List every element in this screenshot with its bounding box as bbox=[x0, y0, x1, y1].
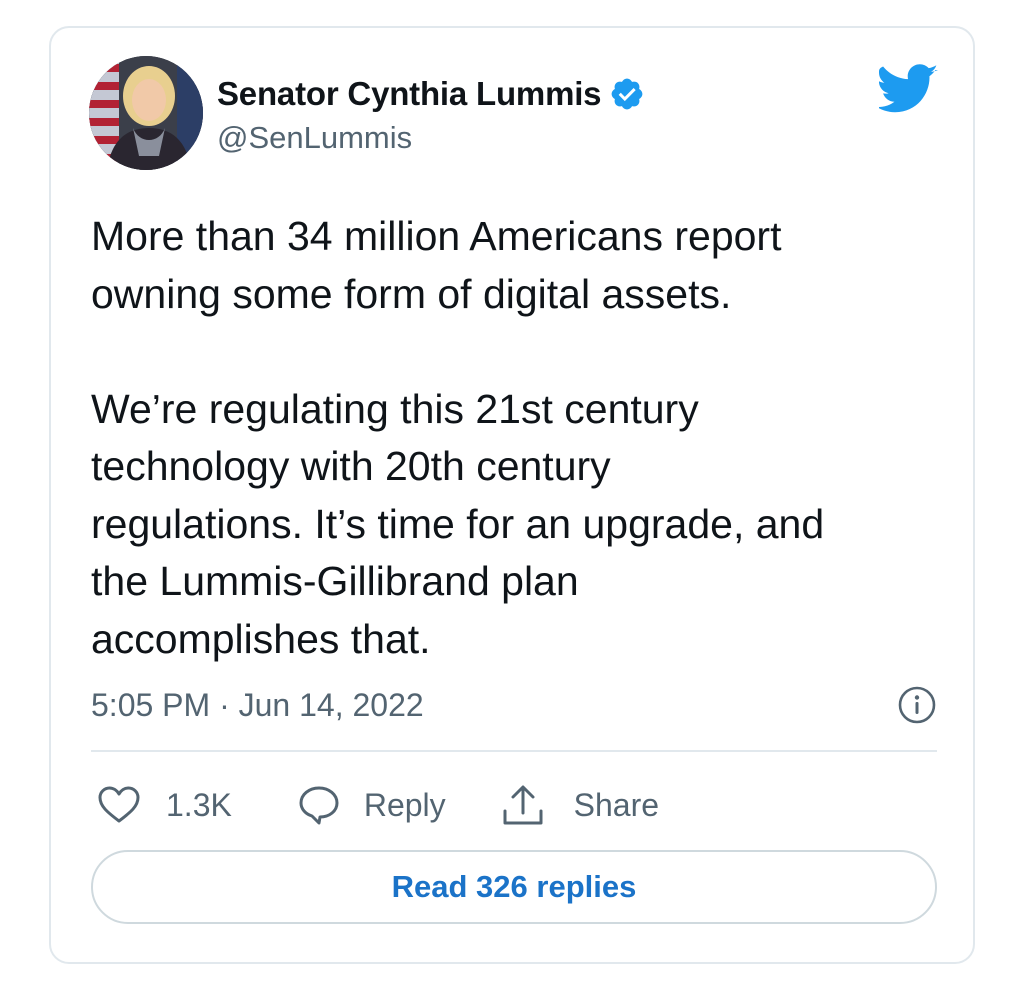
author-identity: Senator Cynthia Lummis @SenLummis bbox=[217, 74, 645, 156]
like-button[interactable]: 1.3K bbox=[97, 780, 232, 830]
share-label: Share bbox=[573, 786, 660, 823]
tweet-text-line: More than 34 million Americans report bbox=[91, 213, 782, 259]
tweet-card: Senator Cynthia Lummis @SenLummis More t… bbox=[49, 26, 975, 964]
heart-icon bbox=[98, 786, 140, 823]
tweet-text-line: owning some form of digital assets. bbox=[91, 270, 732, 317]
avatar-image bbox=[89, 56, 203, 170]
author-handle[interactable]: @SenLummis bbox=[217, 120, 645, 156]
author-display-name[interactable]: Senator Cynthia Lummis bbox=[217, 75, 602, 113]
tweet-actions: 1.3K Reply Share bbox=[97, 780, 659, 830]
reply-button[interactable]: Reply bbox=[297, 780, 446, 830]
tweet-timestamp[interactable]: 5:05 PM · Jun 14, 2022 bbox=[91, 683, 424, 727]
info-icon[interactable] bbox=[897, 685, 937, 725]
tweet-text: More than 34 million Americans report ow… bbox=[91, 208, 941, 668]
reply-bubble-icon bbox=[299, 786, 339, 825]
reply-label: Reply bbox=[363, 786, 446, 823]
name-row: Senator Cynthia Lummis bbox=[217, 74, 645, 114]
share-upload-icon bbox=[503, 785, 543, 825]
tweet-text-line: the Lummis-Gillibrand plan bbox=[91, 558, 579, 604]
tweet-header: Senator Cynthia Lummis @SenLummis bbox=[89, 56, 939, 176]
verified-badge-icon bbox=[611, 78, 643, 110]
avatar[interactable] bbox=[89, 56, 203, 170]
divider bbox=[91, 750, 937, 752]
read-replies-button[interactable]: Read 326 replies bbox=[91, 850, 937, 924]
tweet-meta: 5:05 PM · Jun 14, 2022 bbox=[91, 683, 937, 727]
tweet-text-line: accomplishes that. bbox=[91, 615, 431, 662]
like-count: 1.3K bbox=[166, 786, 232, 823]
tweet-text-line: technology with 20th century bbox=[91, 443, 611, 489]
twitter-bird-icon[interactable] bbox=[879, 64, 939, 114]
tweet-text-line: We’re regulating this 21st century bbox=[91, 385, 699, 432]
share-button[interactable]: Share bbox=[501, 780, 659, 830]
tweet-text-line: regulations. It’s time for an upgrade, a… bbox=[91, 500, 825, 547]
